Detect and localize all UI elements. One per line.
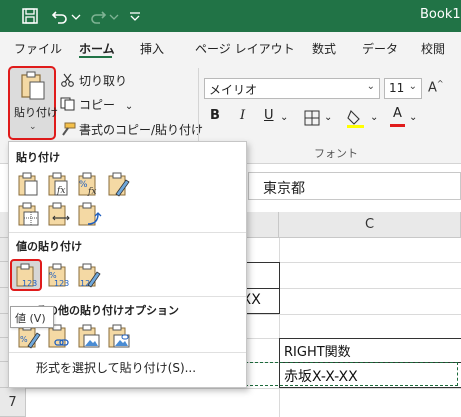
redo-dropdown-icon[interactable]	[108, 6, 120, 26]
chevron-down-icon: ⌄	[29, 122, 37, 132]
menu-divider	[9, 232, 246, 233]
tab-formulas[interactable]: 数式	[312, 40, 336, 57]
format-painter-button[interactable]: 書式のコピー/貼り付け	[60, 121, 203, 138]
font-color-swatch	[390, 124, 405, 127]
paste-section-title: 貼り付け	[16, 151, 60, 164]
chevron-down-icon: ⌄	[366, 81, 375, 92]
scissors-icon	[61, 73, 74, 87]
formula-input[interactable]: 東京都	[248, 172, 461, 200]
cut-button[interactable]: 切り取り	[60, 72, 127, 89]
paste-label: 貼り付け	[14, 106, 58, 119]
paste-values-section-title: 値の貼り付け	[16, 240, 82, 253]
font-color-button[interactable]: A	[393, 106, 402, 126]
borders-dropdown-icon[interactable]: ⌄	[324, 112, 332, 132]
fill-color-icon[interactable]	[346, 108, 366, 128]
font-name-select[interactable]: メイリオ ⌄	[204, 78, 380, 99]
paste-transpose-icon[interactable]	[74, 200, 102, 228]
format-painter-icon	[62, 122, 76, 136]
svg-text:%: %	[79, 180, 88, 190]
gridline	[26, 388, 461, 389]
tooltip: 値 (V)	[10, 306, 54, 328]
menu-divider	[9, 352, 246, 353]
paste-values-number-format-icon[interactable]: % 123	[44, 261, 72, 289]
paste-no-borders-icon[interactable]	[14, 200, 42, 228]
bold-button[interactable]: B	[210, 108, 220, 128]
column-header-c[interactable]: C	[279, 212, 461, 238]
active-tab-indicator	[79, 56, 112, 58]
tab-data[interactable]: データ	[362, 40, 398, 57]
fill-color-dropdown-icon[interactable]: ⌄	[370, 112, 378, 132]
paste-keep-column-widths-icon[interactable]	[44, 200, 72, 228]
svg-text:%: %	[20, 335, 28, 344]
other-paste-section-title: その他の貼り付けオプション	[36, 304, 179, 317]
copy-button[interactable]: コピー ⌄	[60, 96, 133, 113]
redo-icon[interactable]	[88, 6, 108, 26]
tooltip-text: 値 (V)	[15, 312, 46, 325]
cell-c6-text[interactable]: RIGHT関数	[284, 341, 351, 360]
save-icon[interactable]	[20, 6, 40, 26]
customize-qat-icon[interactable]	[128, 6, 142, 26]
copy-label: コピー	[79, 98, 116, 112]
copy-dropdown-icon[interactable]: ⌄	[125, 101, 133, 112]
svg-text:123: 123	[54, 279, 69, 288]
svg-text:123: 123	[22, 279, 37, 288]
font-group-label: フォント	[314, 147, 358, 160]
paste-picture-icon[interactable]	[74, 322, 102, 350]
paste-values-option[interactable]: 123	[10, 259, 42, 291]
copy-icon	[60, 97, 75, 111]
window-title: Book1	[420, 7, 461, 22]
svg-text:fx: fx	[56, 186, 65, 196]
tab-review[interactable]: 校閲	[421, 40, 445, 57]
svg-text:fx: fx	[87, 187, 96, 197]
paste-keep-source-format-icon[interactable]	[104, 170, 132, 198]
tab-file[interactable]: ファイル	[14, 40, 62, 57]
cut-label: 切り取り	[79, 74, 128, 88]
ribbon-tabs: ファイル ホーム 挿入 ページ レイアウト 数式 データ 校閲	[0, 32, 461, 62]
paste-linked-picture-icon[interactable]	[104, 322, 132, 350]
undo-icon[interactable]	[50, 6, 70, 26]
borders-icon[interactable]	[304, 110, 320, 126]
underline-button[interactable]: U	[264, 108, 274, 128]
paste-button[interactable]: 貼り付け ⌄	[8, 66, 58, 140]
tab-home[interactable]: ホーム	[79, 40, 115, 57]
paste-formulas-icon[interactable]: fx	[44, 170, 72, 198]
increase-font-size-icon[interactable]: A^	[428, 79, 444, 95]
font-color-dropdown-icon[interactable]: ⌄	[409, 112, 417, 132]
undo-dropdown-icon[interactable]	[70, 6, 82, 26]
chevron-down-icon: ⌄	[408, 81, 417, 92]
format-painter-label: 書式のコピー/貼り付け	[79, 123, 204, 137]
paste-icon[interactable]	[14, 170, 42, 198]
menu-divider	[9, 296, 246, 297]
paste-values-source-format-icon[interactable]: 12	[74, 261, 102, 289]
tab-insert[interactable]: 挿入	[140, 40, 164, 57]
underline-dropdown-icon[interactable]: ⌄	[280, 112, 288, 132]
tab-page-layout[interactable]: ページ レイアウト	[195, 40, 295, 57]
paste-values-icon: 123	[16, 263, 37, 288]
font-size-select[interactable]: 11 ⌄	[384, 78, 422, 99]
title-bar: Book1	[0, 0, 461, 32]
italic-button[interactable]: I	[240, 108, 245, 128]
paste-formulas-number-format-icon[interactable]: % fx	[74, 170, 102, 198]
paste-special-menu-item[interactable]: 形式を選択して貼り付け(S)...	[36, 359, 196, 376]
font-size-value: 11	[389, 81, 405, 95]
row-header-7[interactable]: 7	[0, 388, 26, 417]
font-name-value: メイリオ	[209, 83, 258, 97]
paste-icon	[21, 71, 45, 100]
